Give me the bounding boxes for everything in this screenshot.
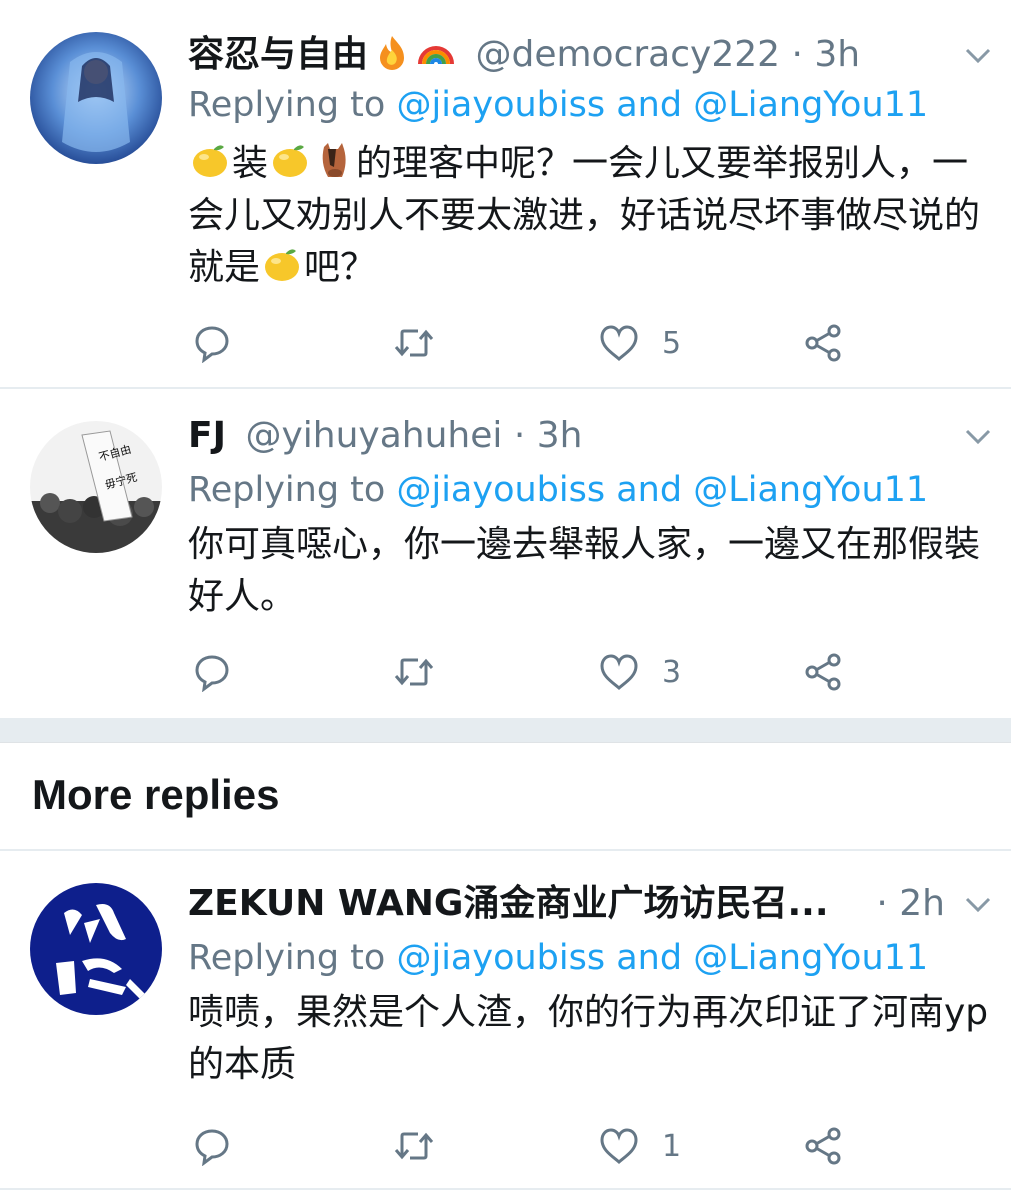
avatar[interactable] <box>30 883 162 1015</box>
share-button[interactable] <box>802 318 844 368</box>
rainbow-icon <box>418 46 455 65</box>
replying-to: Replying to @jiayoubiss and @LiangYou11 <box>188 938 929 978</box>
tweet-text: 啧啧，果然是个人渣，你的行为再次印证了河南yp的本质 <box>188 992 989 1085</box>
reply-icon <box>195 1129 229 1166</box>
mention-link[interactable]: @jiayoubiss <box>396 470 605 510</box>
tweet-header: ZEKUN WANG涌金商业广场访民召... · 2h <box>188 879 991 929</box>
tweet-actions: 5 <box>188 318 868 368</box>
share-icon <box>805 324 841 362</box>
like-icon <box>600 654 638 690</box>
display-name[interactable]: FJ <box>188 415 226 456</box>
more-replies-title: More replies <box>32 771 280 818</box>
tweet-text: 装的理客中呢？一会儿又要举报别人，一会儿又劝别人不要太激进，好话说尽坏事做尽说的… <box>188 143 981 288</box>
reply-button[interactable] <box>192 1121 232 1171</box>
lemon-icon <box>265 249 300 281</box>
reply-icon <box>195 326 229 363</box>
mention-link[interactable]: @LiangYou11 <box>693 85 928 125</box>
like-button[interactable]: 1 <box>598 1121 681 1171</box>
avatar[interactable]: 不自由 毋宁死 <box>30 421 162 553</box>
retweet-button[interactable] <box>392 1121 436 1171</box>
timestamp[interactable]: 3h <box>537 415 583 456</box>
chevron-down-icon[interactable] <box>965 48 991 64</box>
timestamp[interactable]: 3h <box>814 34 860 75</box>
handle[interactable]: @yihuyahuhei <box>245 415 502 456</box>
like-count: 1 <box>662 1128 682 1164</box>
retweet-button[interactable] <box>392 318 436 368</box>
tweet-text: 你可真噁心，你一邊去舉報人家，一邊又在那假裝好人。 <box>188 524 981 617</box>
more-replies-header: More replies <box>0 743 1011 851</box>
share-button[interactable] <box>802 647 844 697</box>
like-button[interactable]: 3 <box>598 647 681 697</box>
display-name[interactable]: ZEKUN WANG涌金商业广场访民召... <box>188 883 829 924</box>
reply-tweet-1[interactable]: 容忍与自由 @democracy222 · 3h Replying to @ji… <box>0 0 1011 389</box>
chevron-down-icon[interactable] <box>965 429 991 445</box>
lemon-icon <box>193 145 227 177</box>
like-count: 5 <box>662 325 682 361</box>
lemon-icon <box>273 145 308 177</box>
like-icon <box>600 1128 638 1164</box>
tweet-actions: 1 <box>188 1121 868 1171</box>
share-button[interactable] <box>802 1121 844 1171</box>
handle[interactable]: @democracy222 <box>475 34 780 75</box>
replying-to: Replying to @jiayoubiss and @LiangYou11 <box>188 470 929 510</box>
fire-icon <box>380 36 405 70</box>
retweet-icon <box>394 1132 434 1160</box>
mention-link[interactable]: @LiangYou11 <box>693 938 928 978</box>
mention-link[interactable]: @LiangYou11 <box>693 470 928 510</box>
share-icon <box>805 653 841 691</box>
tweet-actions: 3 <box>188 647 868 697</box>
mention-link[interactable]: @jiayoubiss <box>396 85 605 125</box>
timestamp[interactable]: 2h <box>899 883 945 924</box>
section-separator <box>0 718 1011 743</box>
tweet-header: 容忍与自由 @democracy222 · 3h <box>188 30 991 80</box>
retweet-button[interactable] <box>392 647 436 697</box>
retweet-icon <box>394 658 434 686</box>
horse-face-icon <box>322 143 346 177</box>
like-button[interactable]: 5 <box>598 318 681 368</box>
reply-button[interactable] <box>192 318 232 368</box>
reply-tweet-3[interactable]: ZEKUN WANG涌金商业广场访民召... · 2h Replying to … <box>0 851 1011 1190</box>
reply-icon <box>195 655 229 692</box>
avatar[interactable] <box>30 32 162 164</box>
like-icon <box>600 325 638 361</box>
like-count: 3 <box>662 654 682 690</box>
tweet-header: FJ @yihuyahuhei · 3h <box>188 411 991 461</box>
share-icon <box>805 1127 841 1165</box>
chevron-down-icon[interactable] <box>965 897 991 913</box>
reply-button[interactable] <box>192 647 232 697</box>
reply-tweet-2[interactable]: 不自由 毋宁死 FJ @yihuyahuhei · 3h Replying to… <box>0 389 1011 718</box>
display-name[interactable]: 容忍与自由 <box>188 34 368 75</box>
replying-to: Replying to @jiayoubiss and @LiangYou11 <box>188 85 929 125</box>
retweet-icon <box>394 329 434 357</box>
mention-link[interactable]: @jiayoubiss <box>396 938 605 978</box>
